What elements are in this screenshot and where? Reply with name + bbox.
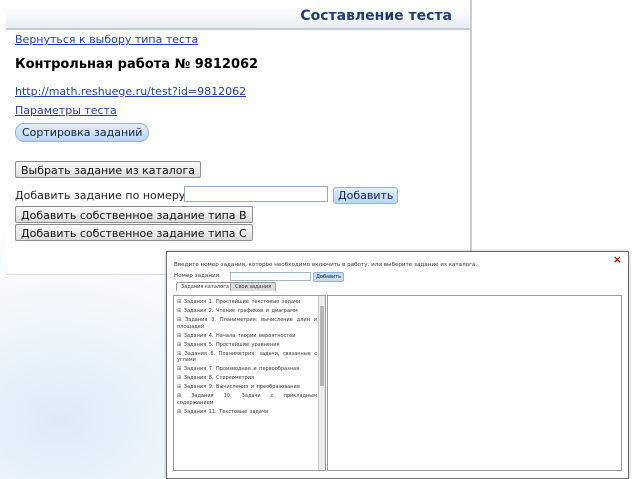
list-item[interactable]: Задания 10. Задачи с прикладным содержан… — [177, 393, 317, 406]
add-task-button[interactable]: Добавить — [333, 187, 399, 204]
list-item[interactable]: Задания 9. Вычисления и преобразования — [177, 384, 317, 391]
task-preview-panel — [327, 295, 622, 471]
dialog-number-input[interactable] — [230, 272, 311, 281]
add-by-number-label: Добавить задание по номеру: — [15, 189, 190, 202]
dialog-number-label: Номер задания: — [174, 273, 221, 279]
list-item[interactable]: Задания 3. Планиметрия: вычисление длин … — [177, 317, 317, 330]
list-scrollbar[interactable] — [318, 296, 325, 470]
list-item[interactable]: Задания 11. Текстовые задачи — [177, 409, 317, 416]
list-item[interactable]: Задания 6. Планиметрия: задачи, связанны… — [177, 351, 317, 364]
sort-tasks-button[interactable]: Сортировка заданий — [15, 123, 150, 142]
task-category-list: Задания 1. Простейшие текстовые задачи З… — [173, 295, 326, 471]
test-heading: Контрольная работа № 9812062 — [15, 57, 259, 72]
task-picker-dialog: × Введите номер задания, которое необход… — [166, 251, 629, 479]
task-number-input[interactable] — [184, 186, 328, 202]
list-item[interactable]: Задания 5. Простейшие уравнения — [177, 342, 317, 349]
test-builder-screenshot: Составление теста Вернуться к выбору тип… — [6, 0, 472, 275]
add-own-task-b-button[interactable]: Добавить собственное задание типа B — [15, 206, 253, 223]
page-title: Составление теста — [300, 8, 452, 24]
dialog-add-button[interactable]: Добавить — [313, 272, 345, 282]
dialog-instruction: Введите номер задания, которое необходим… — [174, 262, 478, 268]
list-item[interactable]: Задания 8. Стереометрия — [177, 375, 317, 382]
test-url-link[interactable]: http://math.reshuege.ru/test?id=9812062 — [15, 85, 246, 98]
list-item[interactable]: Задания 2. Чтение графиков и диаграмм — [177, 308, 317, 315]
add-own-task-c-button[interactable]: Добавить собственное задание типа С — [15, 224, 253, 241]
back-to-test-type-link[interactable]: Вернуться к выбору типа теста — [15, 33, 198, 46]
list-item[interactable]: Задания 1. Простейшие текстовые задачи — [177, 299, 317, 306]
list-item[interactable]: Задания 4. Начала теории вероятностей — [177, 333, 317, 340]
choose-from-catalog-button[interactable]: Выбрать задание из каталога — [15, 161, 201, 178]
list-item[interactable]: Задания 7. Производная и первообразная — [177, 366, 317, 373]
close-icon[interactable]: × — [613, 253, 622, 266]
scrollbar-thumb[interactable] — [320, 306, 324, 386]
tab-own-tasks[interactable]: Свои задания — [230, 282, 277, 291]
page-header: Составление теста — [6, 6, 470, 30]
tab-catalog-tasks[interactable]: Задания каталога — [176, 282, 234, 291]
test-params-link[interactable]: Параметры теста — [15, 104, 117, 117]
